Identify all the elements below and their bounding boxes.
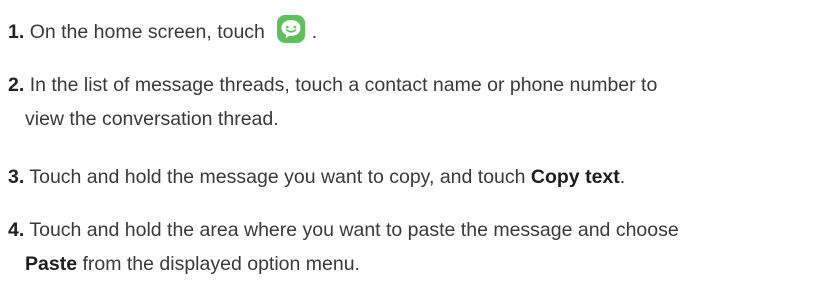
step-text: Touch and hold the area where you want t… [29, 219, 679, 241]
messaging-icon [276, 14, 306, 44]
step-3: 3. Touch and hold the message you want t… [8, 160, 810, 194]
step-text-continued: view the conversation thread. [25, 108, 279, 130]
copy-text-label: Copy text [530, 166, 620, 188]
step-number: 2. [8, 74, 25, 96]
step-text: On the home screen, touch [29, 21, 265, 43]
step-2: 2. In the list of message threads, touch… [8, 68, 810, 136]
step-number: 1. [8, 21, 25, 43]
step-4: 4. Touch and hold the area where you wan… [8, 213, 810, 281]
step-number: 4. [8, 219, 25, 241]
paste-label: Paste [25, 253, 78, 275]
instruction-list: 1. On the home screen, touch . 2. In the… [0, 0, 820, 288]
step-text: In the list of message threads, touch a … [29, 74, 658, 96]
step-number: 3. [8, 166, 25, 188]
step-1: 1. On the home screen, touch . [8, 14, 810, 49]
step-text-end: . [311, 21, 318, 43]
step-text: Touch and hold the message you want to c… [29, 166, 526, 188]
step-text-continued: Paste from the displayed option menu. [8, 247, 810, 281]
step-text-end: from the displayed option menu. [82, 253, 360, 275]
step-text-end: . [619, 166, 626, 188]
